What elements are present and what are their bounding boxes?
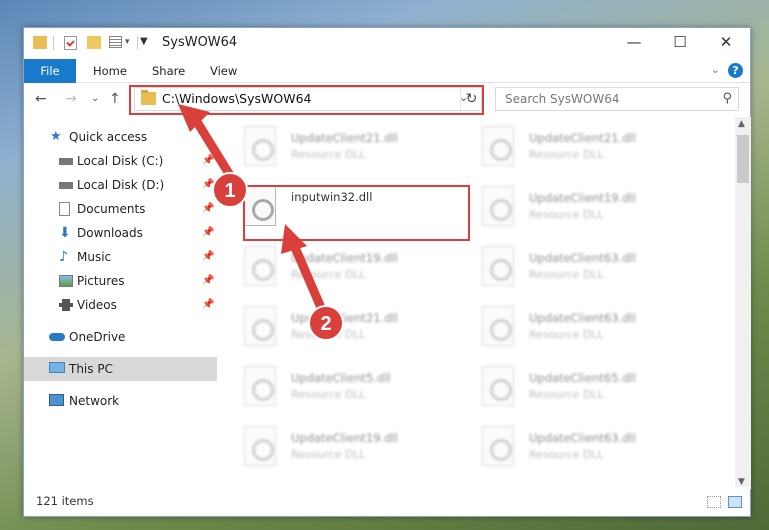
arrow-2-shaft xyxy=(289,240,327,315)
arrow-2-head xyxy=(281,224,307,254)
annotation-arrows xyxy=(178,104,327,315)
callout-1: 1 xyxy=(212,172,248,208)
callout-2: 2 xyxy=(308,305,344,341)
